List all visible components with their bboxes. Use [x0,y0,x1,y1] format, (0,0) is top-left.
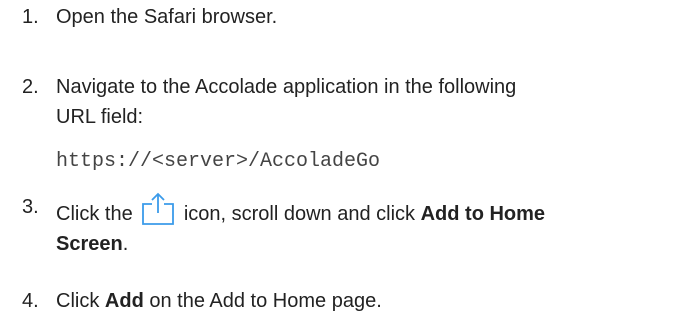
step-number: 1. [22,6,39,28]
step-text: Navigate to the Accolade application in … [56,72,672,132]
step-text-line: Navigate to the Accolade application in … [56,76,517,98]
step-text-line: Screen. [56,229,672,259]
step-number: 3. [22,196,39,218]
step-text: Open the Safari browser. [56,6,278,28]
step-text-bold: Screen [56,233,123,255]
share-icon [140,192,176,226]
step-text-line: Click the icon, scroll down and click Ad… [56,192,672,229]
step-text-segment: on the Add to Home page. [149,290,382,312]
step-text-segment: Click [56,290,100,312]
step-text-line: URL field: [56,106,144,128]
step-text-segment: Click the [56,203,133,225]
step-text-segment: icon, scroll down and click [183,203,416,225]
step-text-segment: . [122,233,129,255]
step-number: 2. [22,76,39,98]
step-text-bold: Add [104,290,144,312]
step-number: 4. [22,290,39,312]
url-example: https://<server>/AccoladeGo [56,150,381,173]
step-text: Click Add on the Add to Home page. [56,286,672,316]
step-text: Click the icon, scroll down and click Ad… [56,192,672,259]
step-text-bold: Add to Home [420,203,546,225]
